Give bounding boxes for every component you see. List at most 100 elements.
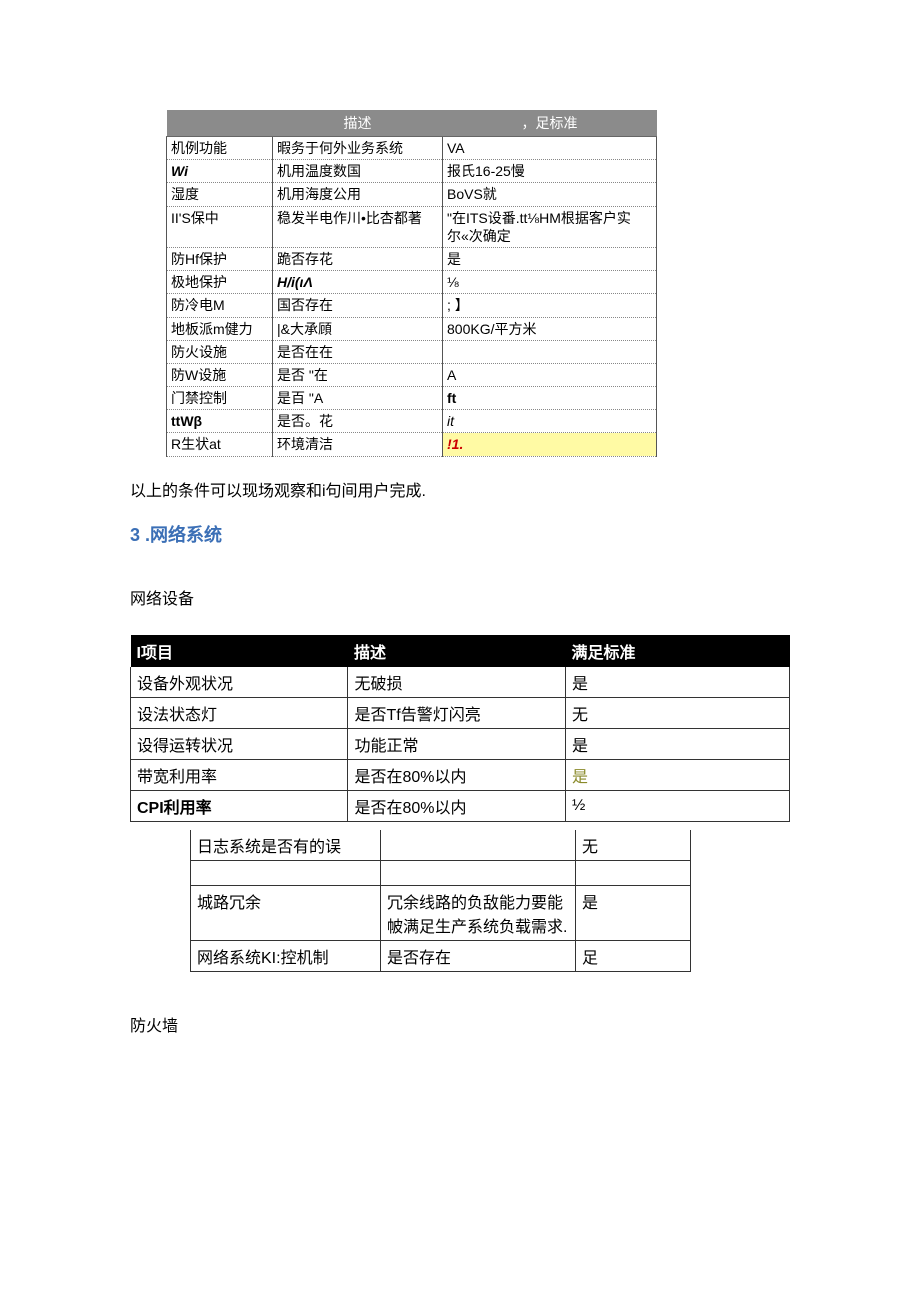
cell: 门禁控制 — [167, 387, 273, 410]
cell: 设法状态灯 — [131, 697, 348, 728]
col-header-std: ，足标准 — [443, 110, 657, 137]
cell: BoVS就 — [443, 183, 657, 206]
cell: 足 — [576, 940, 691, 971]
cell: 防火设施 — [167, 340, 273, 363]
cell: ½ — [565, 790, 789, 821]
cell: ; 】 — [443, 294, 657, 317]
network-extra-table-body: 日志系统是否有的误无 城路冗余冗余线路的负敌能力要能帔满足生产系统负载需求.是网… — [191, 830, 691, 972]
table-row: 设备外观状况无破损是 — [131, 667, 790, 698]
cell — [191, 860, 381, 885]
table-row: 城路冗余冗余线路的负敌能力要能帔满足生产系统负载需求.是 — [191, 885, 691, 940]
observation-paragraph: 以上的条件可以现场观察和i句间用户完成. — [130, 477, 790, 501]
table-row: 日志系统是否有的误 无 — [191, 830, 691, 861]
network-equipment-table-body: 设备外观状况无破损是设法状态灯是否Tf告警灯闪亮无设得运转状况功能正常是带宽利用… — [131, 667, 790, 822]
cell: 设备外观状况 — [131, 667, 348, 698]
cell: 是 — [565, 759, 789, 790]
table-row: ttWβ是否。花it — [167, 410, 657, 433]
cell: 无 — [576, 830, 691, 861]
cell: |&大承頋 — [273, 317, 443, 340]
cell: 无 — [565, 697, 789, 728]
cell: II'S保中 — [167, 206, 273, 247]
cell: 日志系统是否有的误 — [191, 830, 381, 861]
cell: 是 — [443, 247, 657, 270]
cell: 是否在80%以内 — [348, 759, 565, 790]
cell: 冗余线路的负敌能力要能帔满足生产系统负载需求. — [381, 885, 576, 940]
cell: H/i(ιΛ — [273, 271, 443, 294]
cell: 防Hf保护 — [167, 247, 273, 270]
cell: VA — [443, 137, 657, 160]
cell: 设得运转状况 — [131, 728, 348, 759]
cell: it — [443, 410, 657, 433]
col-header-item: I项目 — [131, 635, 348, 667]
col-header-desc: 描述 — [273, 110, 443, 137]
cell: 是否 "在 — [273, 363, 443, 386]
cell: 暇务于何外业务系统 — [273, 137, 443, 160]
cell: 机用海度公用 — [273, 183, 443, 206]
table-row: 设得运转状况功能正常是 — [131, 728, 790, 759]
col-header-desc: 描述 — [348, 635, 565, 667]
cell: 极地保护 — [167, 271, 273, 294]
table-row: II'S保中稳发半电作川•比杏都著"在ITS设番.tt⅛HM根据客户实尔«次确定 — [167, 206, 657, 247]
cell: !1. — [443, 433, 657, 456]
table-row: Wi机用温度数国报氏16-25慢 — [167, 160, 657, 183]
cell: 是否存在 — [381, 940, 576, 971]
table-row: 湿度机用海度公用BoVS就 — [167, 183, 657, 206]
cell: Wi — [167, 160, 273, 183]
cell: 湿度 — [167, 183, 273, 206]
network-equipment-table: I项目 描述 满足标准 设备外观状况无破损是设法状态灯是否Tf告警灯闪亮无设得运… — [130, 635, 790, 822]
cell — [381, 830, 576, 861]
cell: 机用温度数国 — [273, 160, 443, 183]
col-header-std: 满足标准 — [565, 635, 789, 667]
table-header-row: I项目 描述 满足标准 — [131, 635, 790, 667]
cell: 带宽利用率 — [131, 759, 348, 790]
cell: CPI利用率 — [131, 790, 348, 821]
cell: R生状at — [167, 433, 273, 456]
cell: 是 — [565, 728, 789, 759]
cell: 地板派m健力 — [167, 317, 273, 340]
environment-table-wrap: 描述 ，足标准 机例功能暇务于何外业务系统VAWi机用温度数国报氏16-25慢湿… — [166, 110, 790, 457]
environment-table-body: 机例功能暇务于何外业务系统VAWi机用温度数国报氏16-25慢湿度机用海度公用B… — [167, 137, 657, 457]
cell: 功能正常 — [348, 728, 565, 759]
cell: 是否在80%以内 — [348, 790, 565, 821]
cell — [576, 860, 691, 885]
environment-table: 描述 ，足标准 机例功能暇务于何外业务系统VAWi机用温度数国报氏16-25慢湿… — [166, 110, 657, 457]
cell: ⅛ — [443, 271, 657, 294]
cell: 跪否存花 — [273, 247, 443, 270]
cell: 是否Tf告警灯闪亮 — [348, 697, 565, 728]
cell: 防冷电M — [167, 294, 273, 317]
table-row: 门禁控制是百 "Aft — [167, 387, 657, 410]
table-row: CPI利用率是否在80%以内½ — [131, 790, 790, 821]
table-row: 网络系统KI:控机制是否存在足 — [191, 940, 691, 971]
table-row: 带宽利用率是否在80%以内是 — [131, 759, 790, 790]
network-extra-table-wrap: 日志系统是否有的误无 城路冗余冗余线路的负敌能力要能帔满足生产系统负载需求.是网… — [190, 830, 790, 972]
cell — [443, 340, 657, 363]
col-header-item — [167, 110, 273, 137]
cell: "在ITS设番.tt⅛HM根据客户实尔«次确定 — [443, 206, 657, 247]
cell: 稳发半电作川•比杏都著 — [273, 206, 443, 247]
table-row: 地板派m健力|&大承頋800KG/平方米 — [167, 317, 657, 340]
cell — [381, 860, 576, 885]
table-header-row: 描述 ，足标准 — [167, 110, 657, 137]
cell: A — [443, 363, 657, 386]
cell: 城路冗余 — [191, 885, 381, 940]
cell: 是 — [576, 885, 691, 940]
cell: ttWβ — [167, 410, 273, 433]
document-page: 描述 ，足标准 机例功能暇务于何外业务系统VAWi机用温度数国报氏16-25慢湿… — [130, 110, 790, 1036]
network-extra-table: 日志系统是否有的误无 城路冗余冗余线路的负敌能力要能帔满足生产系统负载需求.是网… — [190, 830, 691, 972]
cell: 报氏16-25慢 — [443, 160, 657, 183]
network-equipment-subheading: 网络设备 — [130, 585, 790, 609]
cell: ft — [443, 387, 657, 410]
cell: 防W设施 — [167, 363, 273, 386]
table-row: 极地保护H/i(ιΛ⅛ — [167, 271, 657, 294]
cell: 是否在在 — [273, 340, 443, 363]
firewall-subheading: 防火墙 — [130, 1012, 790, 1036]
table-row: R生状at环境清洁!1. — [167, 433, 657, 456]
table-row: 防火设施是否在在 — [167, 340, 657, 363]
cell: 环境清洁 — [273, 433, 443, 456]
cell: 是否。花 — [273, 410, 443, 433]
table-row: 机例功能暇务于何外业务系统VA — [167, 137, 657, 160]
table-row — [191, 860, 691, 885]
cell: 国否存在 — [273, 294, 443, 317]
cell: 是百 "A — [273, 387, 443, 410]
cell: 网络系统KI:控机制 — [191, 940, 381, 971]
